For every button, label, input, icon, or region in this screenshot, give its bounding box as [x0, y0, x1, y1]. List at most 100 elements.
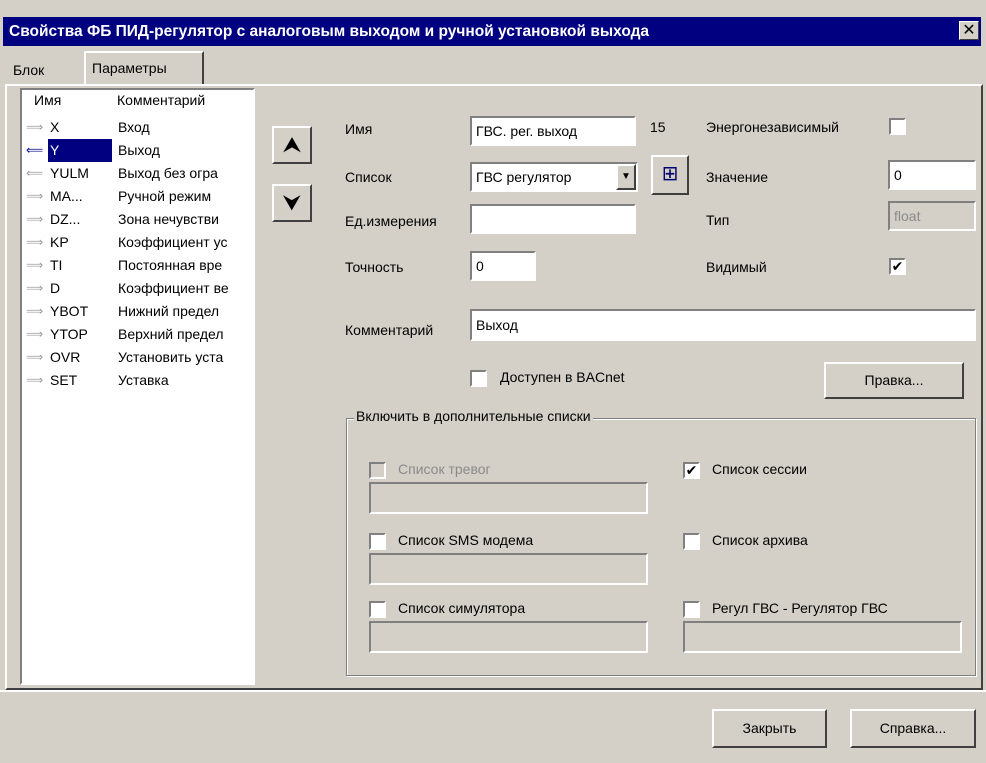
- list-select[interactable]: ГВС регулятор ▼: [470, 162, 638, 192]
- units-input[interactable]: [470, 204, 636, 234]
- column-header-name[interactable]: Имя: [34, 92, 61, 108]
- comment-label: Комментарий: [345, 322, 434, 338]
- value-label: Значение: [706, 169, 769, 185]
- parameter-comment: Нижний предел: [118, 303, 220, 319]
- sms-list-label: Список SMS модема: [398, 532, 534, 548]
- parameter-name: KP: [50, 234, 69, 250]
- value-input[interactable]: 0: [888, 160, 976, 190]
- column-header-comment[interactable]: Комментарий: [117, 92, 205, 108]
- parameter-row[interactable]: ⟹ SET Уставка: [22, 369, 253, 392]
- direction-arrow-icon: ⟹: [26, 235, 44, 249]
- parameter-row[interactable]: ⟹ KP Коэффициент ус: [22, 231, 253, 254]
- direction-arrow-icon: ⟹: [26, 304, 44, 318]
- simulator-list-field: [369, 621, 648, 653]
- parameter-name: SET: [50, 372, 78, 388]
- parameter-row[interactable]: ⟹ YBOT Нижний предел: [22, 300, 253, 323]
- direction-arrow-icon: ⟹: [26, 327, 44, 341]
- direction-arrow-icon: ⟸: [26, 143, 44, 157]
- parameter-comment: Выход: [118, 142, 160, 158]
- parameter-name: D: [50, 280, 61, 296]
- parameter-comment: Уставка: [118, 372, 169, 388]
- parameter-row[interactable]: ⟹ YTOP Верхний предел: [22, 323, 253, 346]
- session-list-label: Список сессии: [712, 461, 807, 477]
- parameter-comment: Ручной режим: [118, 188, 212, 204]
- nonvolatile-checkbox[interactable]: [889, 118, 906, 135]
- sms-list-field: [369, 553, 648, 585]
- parameter-comment: Постоянная вре: [118, 257, 223, 273]
- nonvolatile-label: Энергонезависимый: [706, 119, 839, 135]
- alarms-list-field: [369, 482, 648, 514]
- bacnet-label: Доступен в BACnet: [500, 369, 625, 385]
- session-list-checkbox[interactable]: ✔: [683, 462, 700, 479]
- direction-arrow-icon: ⟹: [26, 258, 44, 272]
- parameter-row[interactable]: ⟸ YULM Выход без огра: [22, 162, 253, 185]
- parameter-row[interactable]: ⟹ D Коэффициент ве: [22, 277, 253, 300]
- tab-parameters[interactable]: Параметры: [84, 51, 204, 85]
- parameter-row[interactable]: ⟹ OVR Установить уста: [22, 346, 253, 369]
- alarms-list-label: Список тревог: [398, 461, 491, 477]
- alarms-list-checkbox: [369, 462, 386, 479]
- parameter-comment: Верхний предел: [118, 326, 224, 342]
- parameter-comment: Зона нечувстви: [118, 211, 219, 227]
- parameter-name: Y: [48, 139, 112, 162]
- chevron-down-icon[interactable]: ▼: [616, 164, 636, 190]
- parameter-row[interactable]: ⟹ TI Постоянная вре: [22, 254, 253, 277]
- direction-arrow-icon: ⟹: [26, 350, 44, 364]
- name-input[interactable]: ГВС. рег. выход: [470, 116, 636, 146]
- simulator-list-checkbox[interactable]: [369, 601, 386, 618]
- parameter-comment: Выход без огра: [118, 165, 218, 181]
- direction-arrow-icon: ⟹: [26, 212, 44, 226]
- arrow-down-icon: ⮟: [282, 190, 302, 215]
- parameter-name: TI: [50, 257, 63, 273]
- parameter-name: OVR: [50, 349, 81, 365]
- regul-list-checkbox[interactable]: [683, 601, 700, 618]
- arrow-up-icon: ⮝: [282, 132, 302, 157]
- add-list-icon: ⊞: [661, 163, 679, 185]
- precision-input[interactable]: 0: [470, 251, 536, 281]
- parameter-row[interactable]: ⟹ X Вход: [22, 116, 253, 139]
- parameter-row[interactable]: ⟹ DZ... Зона нечувстви: [22, 208, 253, 231]
- footer-divider: [0, 690, 986, 692]
- visible-label: Видимый: [706, 259, 767, 275]
- parameter-name: YULM: [50, 165, 89, 181]
- direction-arrow-icon: ⟹: [26, 281, 44, 295]
- regul-list-field: [683, 621, 962, 653]
- visible-checkbox[interactable]: ✔: [889, 258, 906, 275]
- precision-label: Точность: [345, 259, 404, 275]
- units-label: Ед.измерения: [345, 213, 437, 229]
- name-label: Имя: [345, 121, 373, 137]
- sms-list-checkbox[interactable]: [369, 533, 386, 550]
- close-window-button[interactable]: ✕: [959, 21, 979, 40]
- edit-button[interactable]: Правка...: [824, 362, 964, 399]
- list-select-value: ГВС регулятор: [476, 169, 572, 185]
- help-button[interactable]: Справка...: [850, 709, 976, 748]
- move-up-button[interactable]: ⮝: [272, 126, 312, 164]
- parameter-row[interactable]: ⟹ MA... Ручной режим: [22, 185, 253, 208]
- type-input: float: [888, 201, 976, 231]
- extra-lists-title: Включить в дополнительные списки: [354, 408, 593, 424]
- properties-dialog: Свойства ФБ ПИД-регулятор с аналоговым в…: [0, 0, 986, 763]
- tab-block[interactable]: Блок: [7, 56, 83, 85]
- parameter-comment: Установить уста: [118, 349, 224, 365]
- parameter-comment: Вход: [118, 119, 150, 135]
- direction-arrow-icon: ⟸: [26, 166, 44, 180]
- window-title: Свойства ФБ ПИД-регулятор с аналоговым в…: [9, 23, 650, 40]
- parameter-name: YBOT: [50, 303, 89, 319]
- parameter-row[interactable]: ⟸ Y Выход: [22, 139, 253, 162]
- list-label: Список: [345, 169, 392, 185]
- comment-input[interactable]: Выход: [470, 309, 976, 341]
- bacnet-checkbox[interactable]: [470, 370, 487, 387]
- parameter-list[interactable]: Имя Комментарий ⟹ X Вход ⟸ Y Выход ⟸ YULM Выход …: [20, 88, 255, 685]
- parameter-comment: Коэффициент ве: [118, 280, 229, 296]
- direction-arrow-icon: ⟹: [26, 120, 44, 134]
- title-bar: Свойства ФБ ПИД-регулятор с аналоговым в…: [3, 17, 981, 46]
- move-down-button[interactable]: ⮟: [272, 184, 312, 222]
- parameter-name: DZ...: [50, 211, 81, 227]
- close-button[interactable]: Закрыть: [712, 709, 827, 748]
- add-to-list-button[interactable]: ⊞: [651, 155, 689, 195]
- direction-arrow-icon: ⟹: [26, 189, 44, 203]
- archive-list-checkbox[interactable]: [683, 533, 700, 550]
- param-index: 15: [650, 119, 666, 135]
- direction-arrow-icon: ⟹: [26, 373, 44, 387]
- type-label: Тип: [706, 212, 730, 228]
